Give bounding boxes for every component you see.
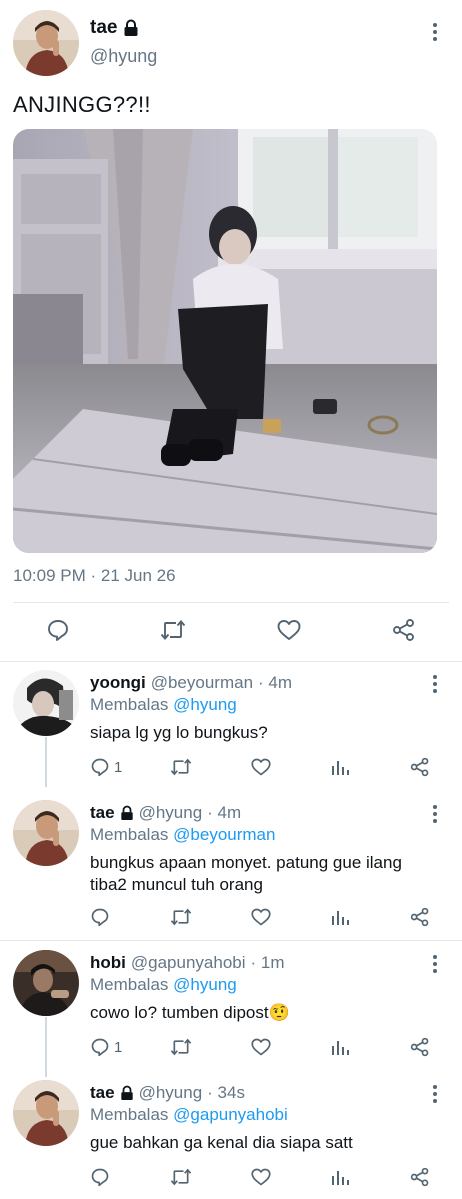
replying-to: Membalas @hyung	[90, 975, 237, 995]
analytics-icon[interactable]	[330, 1167, 350, 1187]
reply-text: siapa lg yg lo bungkus?	[90, 723, 268, 742]
reply-author-name[interactable]: tae	[90, 1083, 115, 1103]
tweet-text: ANJINGG??!!	[13, 92, 151, 117]
reply-header: yoongi @beyourman · 4m	[90, 673, 292, 693]
more-vertical-icon[interactable]	[425, 1084, 445, 1104]
reply-time[interactable]: · 1m	[251, 953, 285, 973]
reply-item[interactable]: tae @hyung · 4m Membalas @beyourman bung…	[0, 792, 462, 937]
share-icon[interactable]	[410, 757, 430, 777]
retweet-icon[interactable]	[170, 1167, 192, 1187]
lock-icon	[120, 805, 133, 820]
reply-button[interactable]: 1	[90, 757, 122, 777]
retweet-icon[interactable]	[170, 907, 192, 927]
analytics-icon[interactable]	[330, 757, 350, 777]
reply-actions	[0, 907, 462, 937]
more-vertical-icon[interactable]	[425, 22, 445, 42]
lock-icon	[120, 1085, 133, 1100]
retweet-icon[interactable]	[170, 1037, 192, 1057]
replying-to-label: Membalas	[90, 825, 169, 844]
reply-button[interactable]	[90, 1167, 114, 1187]
like-icon[interactable]	[250, 1167, 272, 1187]
more-vertical-icon[interactable]	[425, 804, 445, 824]
avatar[interactable]	[13, 950, 79, 1016]
lock-icon	[124, 19, 138, 36]
author-handle[interactable]: @hyung	[90, 46, 157, 67]
replying-to-handle[interactable]: @beyourman	[173, 825, 275, 844]
reply-button[interactable]	[90, 907, 114, 927]
reply-time[interactable]: · 34s	[207, 1083, 245, 1103]
like-icon[interactable]	[250, 907, 272, 927]
like-icon[interactable]	[250, 757, 272, 777]
tweet-actions	[0, 612, 462, 652]
reply-author-name[interactable]: hobi	[90, 953, 126, 973]
reply-time[interactable]: · 4m	[258, 673, 292, 693]
avatar[interactable]	[13, 670, 79, 736]
author-name-text: tae	[90, 17, 118, 38]
reply-icon	[91, 1038, 109, 1057]
reply-item[interactable]: hobi @gapunyahobi · 1m Membalas @hyung c…	[0, 942, 462, 1077]
reply-actions	[0, 1167, 462, 1197]
analytics-icon[interactable]	[330, 1037, 350, 1057]
more-vertical-icon[interactable]	[425, 954, 445, 974]
reply-actions: 1	[0, 757, 462, 787]
reply-count: 1	[114, 1038, 123, 1056]
tweet-photo[interactable]	[13, 129, 437, 553]
replying-to: Membalas @beyourman	[90, 825, 275, 845]
avatar[interactable]	[13, 800, 79, 866]
analytics-icon[interactable]	[330, 907, 350, 927]
share-icon[interactable]	[392, 618, 416, 642]
reply-text: gue bahkan ga kenal dia siapa satt	[90, 1133, 353, 1152]
replying-to-handle[interactable]: @hyung	[173, 975, 237, 994]
divider	[0, 940, 462, 941]
reply-item[interactable]: yoongi @beyourman · 4m Membalas @hyung s…	[0, 662, 462, 787]
more-vertical-icon[interactable]	[425, 674, 445, 694]
retweet-icon[interactable]	[160, 618, 186, 642]
reply-actions: 1	[0, 1037, 462, 1067]
reply-count: 1	[114, 758, 123, 776]
reply-header: tae @hyung · 4m	[90, 803, 241, 823]
reply-item[interactable]: tae @hyung · 34s Membalas @gapunyahobi g…	[0, 1072, 462, 1199]
replying-to-handle[interactable]: @hyung	[173, 695, 237, 714]
reply-author-name[interactable]: tae	[90, 803, 115, 823]
reply-text: bungkus apaan monyet. patung gue ilang t…	[90, 853, 402, 894]
reply-author-handle[interactable]: @hyung	[139, 1083, 203, 1103]
share-icon[interactable]	[410, 1167, 430, 1187]
tweet-timestamp[interactable]: 10:09 PM · 21 Jun 26	[13, 566, 176, 586]
reply-author-handle[interactable]: @beyourman	[151, 673, 253, 693]
like-icon[interactable]	[250, 1037, 272, 1057]
author-name[interactable]: tae	[90, 17, 139, 39]
avatar[interactable]	[13, 1080, 79, 1146]
reply-author-name[interactable]: yoongi	[90, 673, 146, 693]
reply-icon	[91, 908, 109, 927]
replying-to-label: Membalas	[90, 1105, 169, 1124]
reply-icon[interactable]	[46, 618, 70, 642]
retweet-icon[interactable]	[170, 757, 192, 777]
divider	[13, 602, 449, 603]
like-icon[interactable]	[276, 618, 302, 642]
avatar[interactable]	[13, 10, 79, 76]
reply-text: cowo lo? tumben dipost🤨	[90, 1003, 290, 1022]
reply-header: tae @hyung · 34s	[90, 1083, 245, 1103]
reply-time[interactable]: · 4m	[207, 803, 241, 823]
reply-author-handle[interactable]: @gapunyahobi	[131, 953, 246, 973]
replying-to-label: Membalas	[90, 975, 169, 994]
replying-to-handle[interactable]: @gapunyahobi	[173, 1105, 288, 1124]
reply-button[interactable]: 1	[90, 1037, 122, 1057]
replying-to-label: Membalas	[90, 695, 169, 714]
reply-header: hobi @gapunyahobi · 1m	[90, 953, 285, 973]
reply-icon	[91, 758, 109, 777]
share-icon[interactable]	[410, 1037, 430, 1057]
reply-author-handle[interactable]: @hyung	[139, 803, 203, 823]
share-icon[interactable]	[410, 907, 430, 927]
replying-to: Membalas @hyung	[90, 695, 237, 715]
replying-to: Membalas @gapunyahobi	[90, 1105, 288, 1125]
reply-icon	[91, 1168, 109, 1187]
